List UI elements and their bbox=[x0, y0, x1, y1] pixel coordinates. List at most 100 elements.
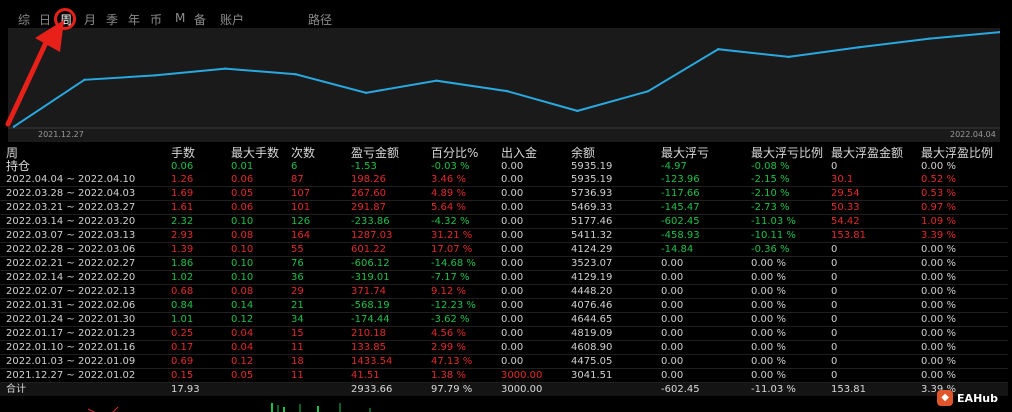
table-cell: -4.32 % bbox=[425, 214, 495, 229]
chart-start-date: 2021.12.27 bbox=[38, 130, 84, 139]
tab-magic[interactable]: M bbox=[175, 11, 185, 25]
table-cell: 0.08 bbox=[225, 228, 285, 243]
total-row[interactable]: 合计 17.93 2933.66 97.79 % 3000.00 -602.45 -11.0… bbox=[0, 382, 1008, 396]
table-cell: 0.05 bbox=[225, 368, 285, 383]
weekly-stats-table: 周 手数 最大手数 次数 盈亏金额 百分比% 出入金 余额 最大浮亏 最大浮亏比例 最大浮盈金额 最大… bbox=[0, 146, 1008, 396]
table-cell: -12.23 % bbox=[425, 298, 495, 313]
table-cell: 0.00 bbox=[495, 228, 565, 243]
table-cell: 371.74 bbox=[345, 284, 425, 299]
table-row[interactable]: 2022.02.28 ~ 2022.03.06 1.39 0.10 55 601.22 1… bbox=[0, 242, 1008, 257]
row-label: 2022.03.07 ~ 2022.03.13 bbox=[0, 228, 165, 243]
row-label: 2022.01.24 ~ 2022.01.30 bbox=[0, 312, 165, 327]
table-cell: 0.00 % bbox=[915, 354, 1008, 369]
table-cell: 5.64 % bbox=[425, 200, 495, 215]
row-label: 2022.04.04 ~ 2022.04.10 bbox=[0, 173, 165, 187]
table-cell: 1.69 bbox=[165, 186, 225, 201]
balance-line bbox=[13, 31, 1000, 128]
table-cell bbox=[285, 382, 345, 396]
eahub-watermark: ◆ EAHub bbox=[937, 388, 998, 408]
tab-month[interactable]: 月 bbox=[84, 11, 96, 28]
tab-year[interactable]: 年 bbox=[128, 11, 140, 28]
table-cell: 210.18 bbox=[345, 326, 425, 341]
tab-notes[interactable]: 备 bbox=[194, 11, 206, 28]
balance-point bbox=[83, 78, 86, 81]
table-cell: 4129.19 bbox=[565, 270, 655, 285]
table-cell: -2.73 % bbox=[745, 200, 825, 215]
table-cell: 54.42 bbox=[825, 214, 915, 229]
table-cell: 0.00 % bbox=[915, 284, 1008, 299]
tab-currency[interactable]: 币 bbox=[150, 11, 162, 28]
table-row[interactable]: 2022.01.10 ~ 2022.01.16 0.17 0.04 11 133.85 2… bbox=[0, 340, 1008, 355]
table-cell: 3000.00 bbox=[495, 382, 565, 396]
table-row[interactable]: 2022.02.14 ~ 2022.02.20 1.02 0.10 36 -319.01… bbox=[0, 270, 1008, 285]
eahub-logo-text: EAHub bbox=[957, 391, 998, 405]
table-row[interactable]: 2022.01.03 ~ 2022.01.09 0.69 0.12 18 1433.54… bbox=[0, 354, 1008, 369]
table-cell: 0 bbox=[825, 242, 915, 257]
tab-day[interactable]: 日 bbox=[39, 11, 51, 28]
table-cell: 1287.03 bbox=[345, 228, 425, 243]
table-row[interactable]: 2022.03.14 ~ 2022.03.20 2.32 0.10 126 -233.8… bbox=[0, 214, 1008, 229]
table-row[interactable]: 2022.01.31 ~ 2022.02.06 0.84 0.14 21 -568.19… bbox=[0, 298, 1008, 313]
tab-account[interactable]: 账户 bbox=[220, 11, 244, 28]
table-cell: 34 bbox=[285, 312, 345, 327]
table-cell: -1.53 bbox=[351, 161, 377, 172]
table-cell: 0.00 bbox=[495, 186, 565, 201]
table-row[interactable]: 2022.03.28 ~ 2022.04.03 1.69 0.05 107 267.60… bbox=[0, 186, 1008, 201]
table-row[interactable]: 2022.03.07 ~ 2022.03.13 2.93 0.08 164 1287.0… bbox=[0, 228, 1008, 243]
table-row[interactable]: 2021.12.27 ~ 2022.01.02 0.15 0.05 11 41.51 1.… bbox=[0, 368, 1008, 383]
table-cell: 97.79 % bbox=[425, 382, 495, 396]
table-cell: 0.00 bbox=[495, 200, 565, 215]
table-cell: 9.12 % bbox=[425, 284, 495, 299]
table-row[interactable]: 2022.04.04 ~ 2022.04.10 1.26 0.06 87 198.26 3… bbox=[0, 173, 1008, 187]
table-row[interactable]: 2022.01.24 ~ 2022.01.30 1.01 0.12 34 -174.44… bbox=[0, 312, 1008, 327]
table-cell: 4448.20 bbox=[565, 284, 655, 299]
table-cell: 3.46 % bbox=[425, 173, 495, 187]
table-cell: 17.93 bbox=[165, 382, 225, 396]
tab-quarter[interactable]: 季 bbox=[106, 11, 118, 28]
table-row[interactable]: 2022.02.21 ~ 2022.02.27 1.86 0.10 76 -606.12… bbox=[0, 256, 1008, 271]
table-cell: 0.00 % bbox=[915, 312, 1008, 327]
table-cell: 4.89 % bbox=[425, 186, 495, 201]
table-cell: 0.00 % bbox=[745, 368, 825, 383]
table-cell: 4819.09 bbox=[565, 326, 655, 341]
tab-overview[interactable]: 综 bbox=[18, 11, 30, 28]
table-cell: 4124.29 bbox=[565, 242, 655, 257]
table-row[interactable]: 2022.02.07 ~ 2022.02.13 0.68 0.08 29 371.74 9… bbox=[0, 284, 1008, 299]
table-cell: 1.09 % bbox=[915, 214, 1008, 229]
table-cell: 0.06 bbox=[225, 173, 285, 187]
column-header: 最大浮亏 bbox=[661, 146, 710, 160]
table-cell: 5177.46 bbox=[565, 214, 655, 229]
table-cell: 0.00 % bbox=[745, 284, 825, 299]
table-cell: 15 bbox=[285, 326, 345, 341]
table-cell: 0.10 bbox=[225, 270, 285, 285]
table-cell: 36 bbox=[285, 270, 345, 285]
table-cell: 0.00 bbox=[495, 270, 565, 285]
table-cell: 0.00 bbox=[655, 354, 745, 369]
table-cell: 0 bbox=[825, 340, 915, 355]
table-cell: 30.1 bbox=[825, 173, 915, 187]
table-cell: 0.00 bbox=[495, 312, 565, 327]
balance-point bbox=[153, 74, 157, 77]
table-cell: 47.13 % bbox=[425, 354, 495, 369]
table-cell: -2.10 % bbox=[745, 186, 825, 201]
table-cell: 3000.00 bbox=[495, 368, 565, 383]
table-cell: 50.33 bbox=[825, 200, 915, 215]
balance-chart bbox=[8, 28, 1000, 142]
column-header: 最大浮亏比例 bbox=[751, 146, 824, 160]
table-cell: 2.99 % bbox=[425, 340, 495, 355]
title-bar bbox=[0, 0, 1012, 8]
tab-path[interactable]: 路径 bbox=[308, 11, 332, 28]
table-cell: 0.00 bbox=[495, 298, 565, 313]
table-cell bbox=[225, 382, 285, 396]
table-cell: 41.51 bbox=[345, 368, 425, 383]
table-row[interactable]: 2022.01.17 ~ 2022.01.23 0.25 0.04 15 210.18 4… bbox=[0, 326, 1008, 341]
table-cell: 0.00 bbox=[495, 354, 565, 369]
column-header: 百分比% bbox=[431, 146, 479, 160]
table-row[interactable]: 2022.03.21 ~ 2022.03.27 1.61 0.06 101 291.87… bbox=[0, 200, 1008, 215]
table-cell: 1.39 bbox=[165, 242, 225, 257]
holding-row[interactable]: 持仓 0.06 0.01 6 -1.53 -0.03 % 0.00 5935.19 -4.97 -… bbox=[0, 160, 1008, 173]
table-cell: 0.00 % bbox=[915, 298, 1008, 313]
table-cell: 0 bbox=[825, 354, 915, 369]
table-cell: 0 bbox=[825, 270, 915, 285]
row-label: 2022.02.28 ~ 2022.03.06 bbox=[0, 242, 165, 257]
